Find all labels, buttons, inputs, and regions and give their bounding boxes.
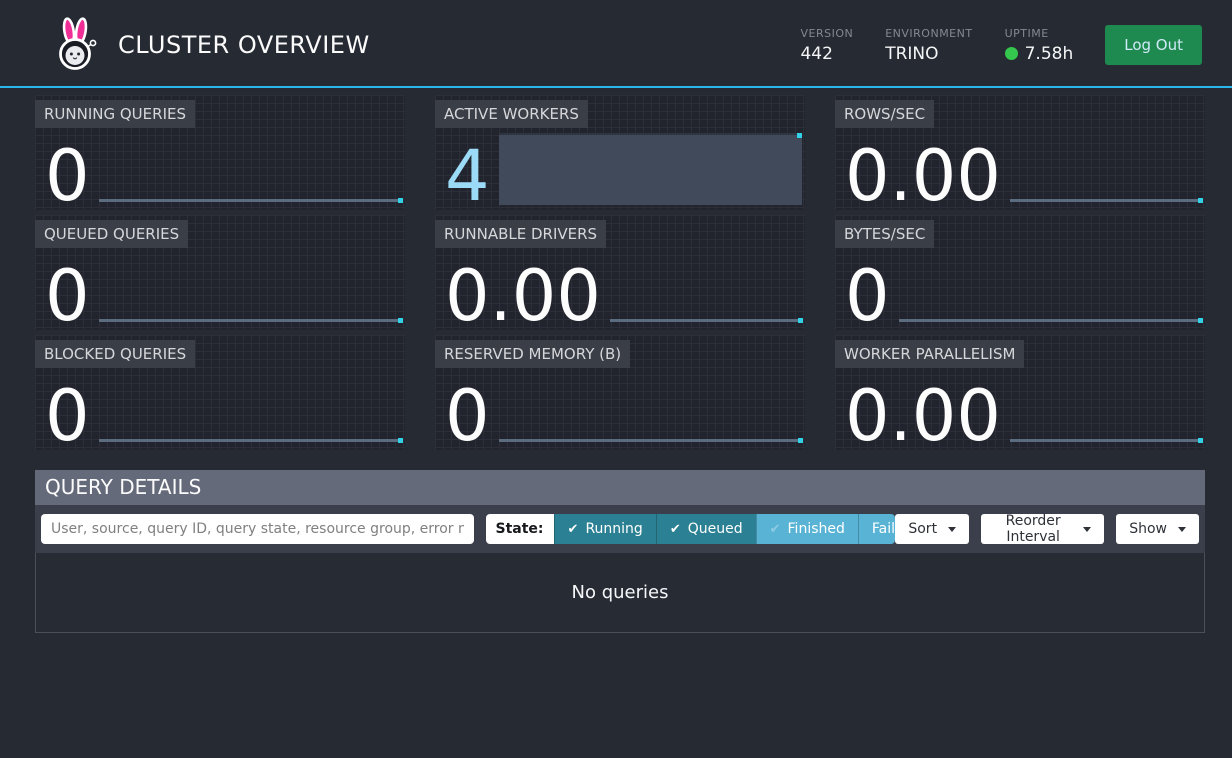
metric-card-queued-queries: QUEUED QUERIES 0: [35, 215, 405, 330]
metric-card-worker-parallelism: WORKER PARALLELISM 0.00: [835, 335, 1205, 450]
metric-label: ROWS/SEC: [835, 100, 934, 128]
sparkline: [1010, 439, 1202, 442]
spark-point-icon: [398, 438, 403, 443]
state-filter-finished[interactable]: ✔ Finished: [756, 514, 858, 544]
metric-value: 0: [45, 268, 90, 325]
state-filter-running[interactable]: ✔ Running: [554, 514, 656, 544]
metric-label: RUNNING QUERIES: [35, 100, 195, 128]
meta-version: VERSION 442: [800, 27, 853, 64]
metric-value: 0: [45, 148, 90, 205]
metric-card-active-workers: ACTIVE WORKERS 4: [435, 95, 805, 210]
metric-card-rows-sec: ROWS/SEC 0.00: [835, 95, 1205, 210]
sort-dropdown[interactable]: Sort: [895, 514, 969, 544]
sparkline: [899, 319, 1202, 322]
query-toolbar: State: ✔ Running ✔ Queued ✔ Finished Fai…: [35, 505, 1205, 553]
state-filter-group: State: ✔ Running ✔ Queued ✔ Finished Fai…: [486, 514, 896, 544]
metric-label: QUEUED QUERIES: [35, 220, 188, 248]
query-search-input[interactable]: [41, 514, 474, 544]
page-title: CLUSTER OVERVIEW: [118, 31, 370, 59]
check-icon: ✔: [568, 522, 579, 537]
state-filter-queued[interactable]: ✔ Queued: [656, 514, 756, 544]
check-icon: ✔: [770, 522, 781, 537]
version-value: 442: [800, 44, 853, 64]
metric-card-runnable-drivers: RUNNABLE DRIVERS 0.00: [435, 215, 805, 330]
spark-point-icon: [398, 318, 403, 323]
spark-point-icon: [1198, 438, 1203, 443]
spark-point-icon: [1198, 198, 1203, 203]
metric-value: 0.00: [845, 388, 1001, 445]
query-details-section: QUERY DETAILS State: ✔ Running ✔ Queued …: [35, 470, 1205, 633]
metric-card-reserved-memory: RESERVED MEMORY (B) 0: [435, 335, 805, 450]
state-filter-failed-dropdown[interactable]: Failed: [858, 514, 895, 544]
sparkline: [99, 199, 402, 202]
sparkline: [99, 319, 402, 322]
meta-environment: ENVIRONMENT TRINO: [885, 27, 972, 64]
meta-uptime: UPTIME 7.58h: [1005, 27, 1074, 64]
query-list-panel: No queries: [35, 553, 1205, 633]
metric-card-running-queries: RUNNING QUERIES 0: [35, 95, 405, 210]
environment-label: ENVIRONMENT: [885, 27, 972, 40]
metric-value: 0: [445, 388, 490, 445]
state-filter-label: State:: [486, 514, 554, 544]
metric-label: ACTIVE WORKERS: [435, 100, 588, 128]
header: CLUSTER OVERVIEW VERSION 442 ENVIRONMENT…: [0, 0, 1232, 88]
show-dropdown[interactable]: Show: [1116, 514, 1199, 544]
caret-down-icon: [948, 527, 956, 532]
metric-label: BYTES/SEC: [835, 220, 934, 248]
uptime-label: UPTIME: [1005, 27, 1074, 40]
uptime-status-icon: [1005, 47, 1018, 60]
caret-down-icon: [1083, 527, 1091, 532]
logout-button[interactable]: Log Out: [1105, 25, 1202, 65]
metric-value: 0: [845, 268, 890, 325]
metric-card-bytes-sec: BYTES/SEC 0: [835, 215, 1205, 330]
spark-point-icon: [798, 318, 803, 323]
spark-point-icon: [398, 198, 403, 203]
empty-queries-message: No queries: [572, 582, 669, 603]
metric-value: 0: [45, 388, 90, 445]
uptime-value: 7.58h: [1025, 44, 1074, 64]
metric-value: 0.00: [445, 268, 601, 325]
metric-label: RUNNABLE DRIVERS: [435, 220, 606, 248]
active-workers-link[interactable]: 4: [445, 148, 490, 205]
query-details-title: QUERY DETAILS: [35, 470, 1205, 505]
spark-point-icon: [797, 133, 802, 138]
metric-label: BLOCKED QUERIES: [35, 340, 195, 368]
sparkline: [499, 439, 802, 442]
spark-point-icon: [1198, 318, 1203, 323]
metric-card-blocked-queries: BLOCKED QUERIES 0: [35, 335, 405, 450]
reorder-interval-dropdown[interactable]: Reorder Interval: [981, 514, 1104, 544]
spark-point-icon: [798, 438, 803, 443]
trino-bunny-logo: [50, 17, 102, 73]
sparkline: [610, 319, 802, 322]
metric-value: 0.00: [845, 148, 1001, 205]
metric-label: RESERVED MEMORY (B): [435, 340, 630, 368]
version-label: VERSION: [800, 27, 853, 40]
sparkline-area: [499, 133, 802, 205]
check-icon: ✔: [670, 522, 681, 537]
caret-down-icon: [1178, 527, 1186, 532]
sparkline: [1010, 199, 1202, 202]
sparkline: [99, 439, 402, 442]
metrics-grid: RUNNING QUERIES 0 ACTIVE WORKERS 4 ROWS/…: [35, 95, 1205, 450]
cluster-meta: VERSION 442 ENVIRONMENT TRINO UPTIME 7.5…: [800, 27, 1073, 64]
metric-label: WORKER PARALLELISM: [835, 340, 1024, 368]
environment-value: TRINO: [885, 44, 972, 64]
